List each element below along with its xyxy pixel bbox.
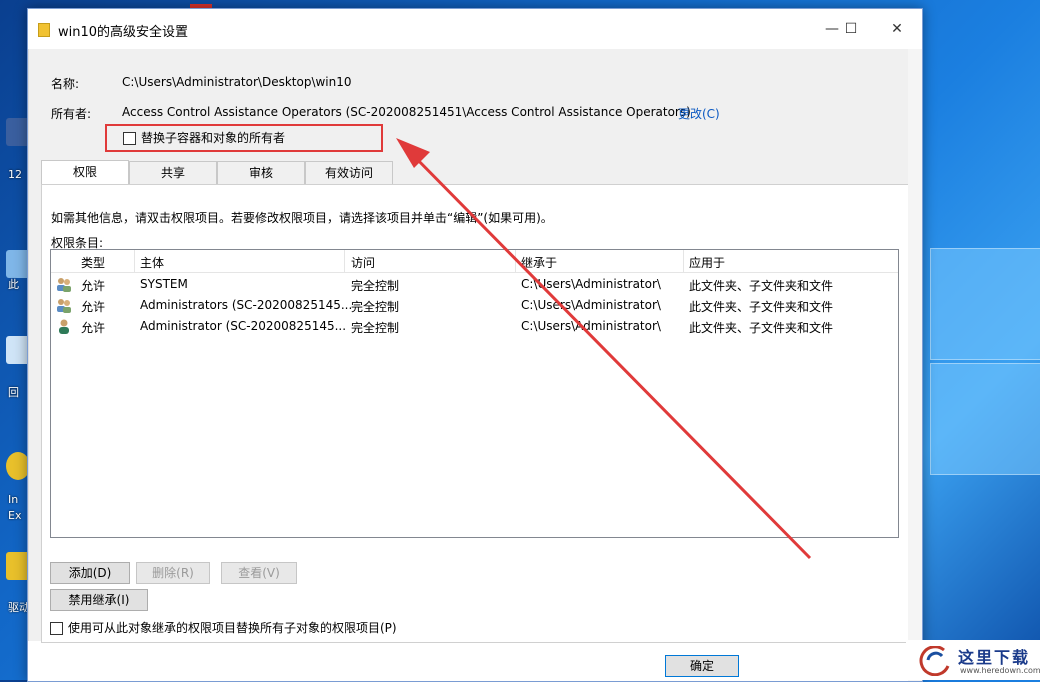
row-principal: Administrator (SC-20200825145... <box>140 319 347 333</box>
column-principal[interactable]: 主体 <box>140 254 164 271</box>
tab-share[interactable]: 共享 <box>129 161 217 184</box>
row-type: 允许 <box>81 321 106 335</box>
windows-logo-pane <box>930 363 1040 475</box>
tab-permissions[interactable]: 权限 <box>41 160 129 185</box>
row-inherited: C:\Users\Administrator\ <box>521 298 661 312</box>
users-icon <box>57 278 71 292</box>
maximize-button[interactable]: ☐ <box>836 17 866 41</box>
column-divider[interactable] <box>683 250 684 272</box>
row-principal: Administrators (SC-20200825145... <box>140 298 353 312</box>
column-divider[interactable] <box>515 250 516 272</box>
column-access[interactable]: 访问 <box>351 254 375 271</box>
permissions-list[interactable]: 类型 主体 访问 继承于 应用于 允许 SYSTEM 完全控制 C:\Users… <box>50 249 899 538</box>
column-divider[interactable] <box>344 250 345 272</box>
ok-button[interactable]: 确定 <box>665 655 739 677</box>
add-button[interactable]: 添加(D) <box>50 562 130 584</box>
window-title: win10的高级安全设置 <box>58 25 189 40</box>
replace-owner-label: 替换子容器和对象的所有者 <box>141 131 286 145</box>
desktop-label: In <box>8 493 19 506</box>
row-principal: SYSTEM <box>140 277 188 291</box>
column-applies[interactable]: 应用于 <box>689 254 725 271</box>
desktop-label: 回 <box>8 386 19 399</box>
row-type: 允许 <box>81 279 106 293</box>
row-applies: 此文件夹、子文件夹和文件 <box>689 300 834 314</box>
row-inherited: C:\Users\Administrator\ <box>521 319 661 333</box>
title-bar[interactable]: win10的高级安全设置 — ☐ ✕ <box>28 9 922 49</box>
name-label: 名称: <box>51 77 80 91</box>
row-access: 完全控制 <box>351 300 400 314</box>
column-divider[interactable] <box>134 250 135 272</box>
site-watermark: 这里下载 www.heredown.com <box>906 640 1040 680</box>
watermark-url: www.heredown.com <box>960 666 1040 675</box>
permissions-panel: 如需其他信息，请双击权限项目。若要修改权限项目，请选择该项目并单击“编辑”(如果… <box>41 184 912 643</box>
row-applies: 此文件夹、子文件夹和文件 <box>689 321 834 335</box>
watermark-logo-icon <box>919 646 950 676</box>
row-access: 完全控制 <box>351 279 400 293</box>
desktop-label: 此 <box>8 278 19 291</box>
table-row[interactable]: 允许 Administrator (SC-20200825145... 完全控制… <box>51 316 898 337</box>
close-button[interactable]: ✕ <box>882 17 912 41</box>
hint-text: 如需其他信息，请双击权限项目。若要修改权限项目，请选择该项目并单击“编辑”(如果… <box>51 211 553 225</box>
disable-inheritance-button[interactable]: 禁用继承(I) <box>50 589 148 611</box>
remove-button[interactable]: 删除(R) <box>136 562 210 584</box>
user-icon <box>59 319 69 334</box>
owner-value: Access Control Assistance Operators (SC-… <box>122 105 691 119</box>
column-inherited[interactable]: 继承于 <box>521 254 557 271</box>
tab-effective-access[interactable]: 有效访问 <box>305 161 393 184</box>
advanced-security-window: win10的高级安全设置 — ☐ ✕ 名称: C:\Users\Administ… <box>27 8 923 682</box>
owner-label: 所有者: <box>51 107 92 121</box>
replace-child-label: 使用可从此对象继承的权限项目替换所有子对象的权限项目(P) <box>68 621 397 635</box>
replace-owner-checkbox[interactable]: 替换子容器和对象的所有者 <box>123 129 285 146</box>
table-row[interactable]: 允许 SYSTEM 完全控制 C:\Users\Administrator\ 此… <box>51 274 898 295</box>
folder-icon <box>38 23 50 37</box>
tab-audit[interactable]: 审核 <box>217 161 305 184</box>
users-icon <box>57 299 71 313</box>
list-header: 类型 主体 访问 继承于 应用于 <box>51 250 898 273</box>
row-access: 完全控制 <box>351 321 400 335</box>
checkbox-icon[interactable] <box>50 622 63 635</box>
desktop-label: 12 <box>8 168 22 181</box>
windows-logo-pane <box>930 248 1040 360</box>
checkbox-icon[interactable] <box>123 132 136 145</box>
table-row[interactable]: 允许 Administrators (SC-20200825145... 完全控… <box>51 295 898 316</box>
desktop-label: Ex <box>8 509 22 522</box>
watermark-brand: 这里下载 <box>958 648 1031 667</box>
row-inherited: C:\Users\Administrator\ <box>521 277 661 291</box>
name-value: C:\Users\Administrator\Desktop\win10 <box>122 75 352 89</box>
scrollbar[interactable] <box>908 49 922 681</box>
replace-child-checkbox[interactable]: 使用可从此对象继承的权限项目替换所有子对象的权限项目(P) <box>50 619 397 636</box>
row-type: 允许 <box>81 300 106 314</box>
dialog-content: 名称: C:\Users\Administrator\Desktop\win10… <box>28 49 912 677</box>
column-type[interactable]: 类型 <box>81 254 105 271</box>
change-owner-link[interactable]: 更改(C) <box>678 105 720 122</box>
view-button[interactable]: 查看(V) <box>221 562 297 584</box>
row-applies: 此文件夹、子文件夹和文件 <box>689 279 834 293</box>
